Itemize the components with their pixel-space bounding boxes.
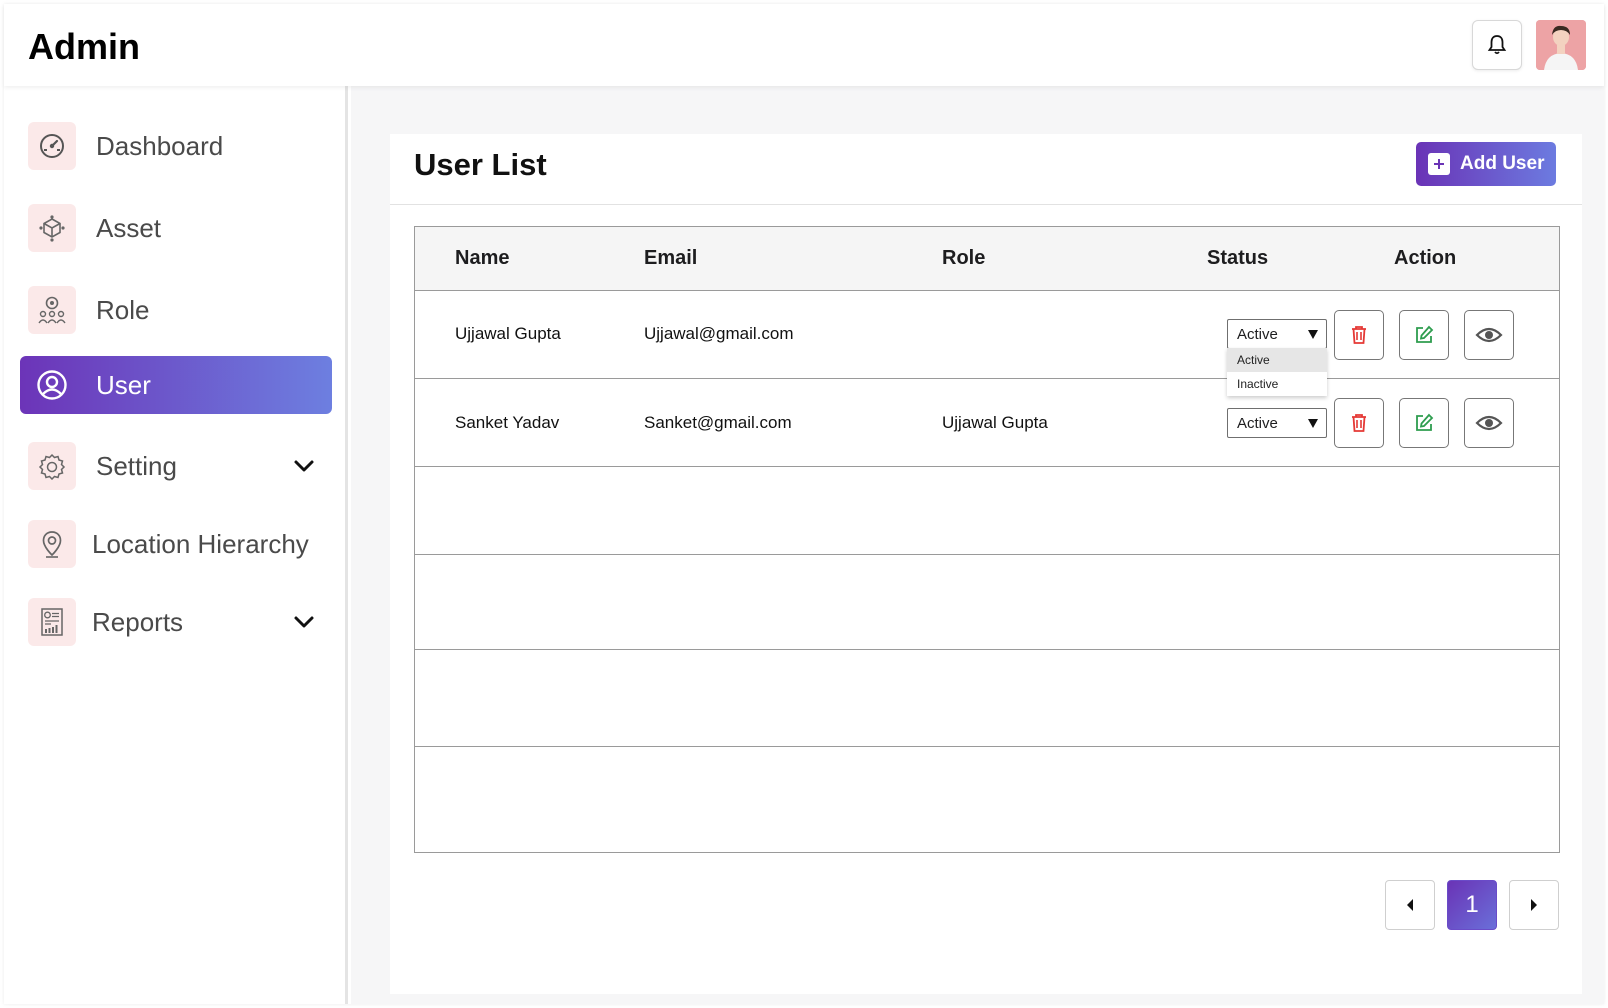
status-select-value: Active bbox=[1237, 325, 1278, 343]
cell-role: Ujjawal Gupta bbox=[942, 413, 1048, 432]
plus-icon bbox=[1428, 153, 1450, 175]
caret-right-icon bbox=[1531, 899, 1537, 911]
bell-icon bbox=[1487, 35, 1507, 55]
table-header: Name Email Role Status Action bbox=[415, 227, 1559, 291]
status-option-inactive[interactable]: Inactive bbox=[1227, 372, 1327, 396]
chevron-down-icon bbox=[294, 616, 314, 628]
sidebar-item-label: Asset bbox=[96, 212, 162, 243]
avatar-portrait-icon bbox=[1536, 20, 1586, 70]
dashboard-gauge-icon bbox=[28, 122, 76, 170]
top-header: Admin bbox=[4, 4, 1604, 86]
caret-down-icon bbox=[1308, 419, 1318, 428]
cell-name: Sanket Yadav bbox=[455, 413, 560, 432]
pagination-prev-button[interactable] bbox=[1385, 880, 1435, 930]
column-header-email: Email bbox=[644, 247, 698, 269]
caret-left-icon bbox=[1407, 899, 1413, 911]
notification-button[interactable] bbox=[1472, 20, 1522, 70]
status-option-active[interactable]: Active bbox=[1227, 348, 1327, 372]
sidebar-item-label: Setting bbox=[96, 450, 177, 481]
user-avatar[interactable] bbox=[1536, 20, 1586, 70]
table-row-empty bbox=[415, 555, 1559, 650]
edit-icon bbox=[1416, 325, 1434, 343]
pagination-page-button[interactable]: 1 bbox=[1447, 880, 1497, 930]
sidebar-item-role[interactable]: Role bbox=[20, 280, 332, 340]
view-button[interactable] bbox=[1464, 310, 1514, 360]
gear-icon bbox=[28, 442, 76, 490]
sidebar-item-label: Role bbox=[96, 294, 150, 325]
user-table: Name Email Role Status Action Ujjawal Gu… bbox=[414, 226, 1560, 853]
status-select[interactable]: Active bbox=[1227, 408, 1327, 438]
chevron-down-icon bbox=[294, 460, 314, 472]
delete-button[interactable] bbox=[1334, 398, 1384, 448]
sidebar-item-label: User bbox=[96, 369, 151, 400]
caret-down-icon bbox=[1308, 330, 1318, 339]
add-user-label: Add User bbox=[1460, 153, 1545, 174]
sidebar-item-label: Reports bbox=[92, 606, 184, 637]
pagination-page-label: 1 bbox=[1465, 891, 1479, 918]
asset-cube-icon bbox=[28, 204, 76, 252]
sidebar-item-label: Location Hierarchy bbox=[92, 528, 309, 559]
view-button[interactable] bbox=[1464, 398, 1514, 448]
eye-icon bbox=[1475, 327, 1503, 343]
eye-icon bbox=[1475, 415, 1503, 431]
column-header-action: Action bbox=[1394, 247, 1457, 269]
status-select-value: Active bbox=[1237, 414, 1278, 432]
user-circle-icon bbox=[28, 361, 76, 409]
divider bbox=[390, 204, 1582, 205]
add-user-button[interactable]: Add User bbox=[1416, 142, 1556, 186]
sidebar-item-label: Dashboard bbox=[96, 130, 224, 161]
status-dropdown-menu: Active Inactive bbox=[1227, 348, 1327, 396]
delete-button[interactable] bbox=[1334, 310, 1384, 360]
edit-icon bbox=[1416, 413, 1434, 431]
sidebar-item-asset[interactable]: Asset bbox=[20, 198, 332, 258]
column-header-role: Role bbox=[942, 247, 986, 269]
pagination-next-button[interactable] bbox=[1509, 880, 1559, 930]
table-row-empty bbox=[415, 650, 1559, 747]
column-header-status: Status bbox=[1207, 247, 1269, 269]
role-group-icon bbox=[28, 286, 76, 334]
user-list-card: User List Add User Name Email Role Statu… bbox=[390, 134, 1582, 994]
column-header-name: Name bbox=[455, 247, 510, 269]
sidebar-item-reports[interactable]: Reports bbox=[20, 592, 332, 652]
sidebar-item-user[interactable]: User bbox=[20, 356, 332, 414]
cell-email: Ujjawal@gmail.com bbox=[644, 324, 794, 343]
page-title: User List bbox=[414, 147, 547, 182]
location-pin-icon bbox=[28, 520, 76, 568]
status-select[interactable]: Active bbox=[1227, 319, 1327, 349]
sidebar-item-location-hierarchy[interactable]: Location Hierarchy bbox=[20, 514, 332, 574]
app-title: Admin bbox=[28, 26, 140, 67]
edit-button[interactable] bbox=[1399, 398, 1449, 448]
table-row: Sanket Yadav Sanket@gmail.com Ujjawal Gu… bbox=[415, 379, 1559, 467]
sidebar-item-setting[interactable]: Setting bbox=[20, 436, 332, 496]
table-row-empty bbox=[415, 467, 1559, 555]
cell-email: Sanket@gmail.com bbox=[644, 413, 792, 432]
cell-name: Ujjawal Gupta bbox=[455, 324, 561, 343]
edit-button[interactable] bbox=[1399, 310, 1449, 360]
table-row: Ujjawal Gupta Ujjawal@gmail.com Active bbox=[415, 291, 1559, 379]
trash-icon bbox=[1352, 414, 1366, 432]
sidebar-item-dashboard[interactable]: Dashboard bbox=[20, 116, 332, 176]
sidebar: Dashboard Asset Role User Setting Locati… bbox=[4, 86, 348, 1004]
report-icon bbox=[28, 598, 76, 646]
trash-icon bbox=[1352, 326, 1366, 344]
